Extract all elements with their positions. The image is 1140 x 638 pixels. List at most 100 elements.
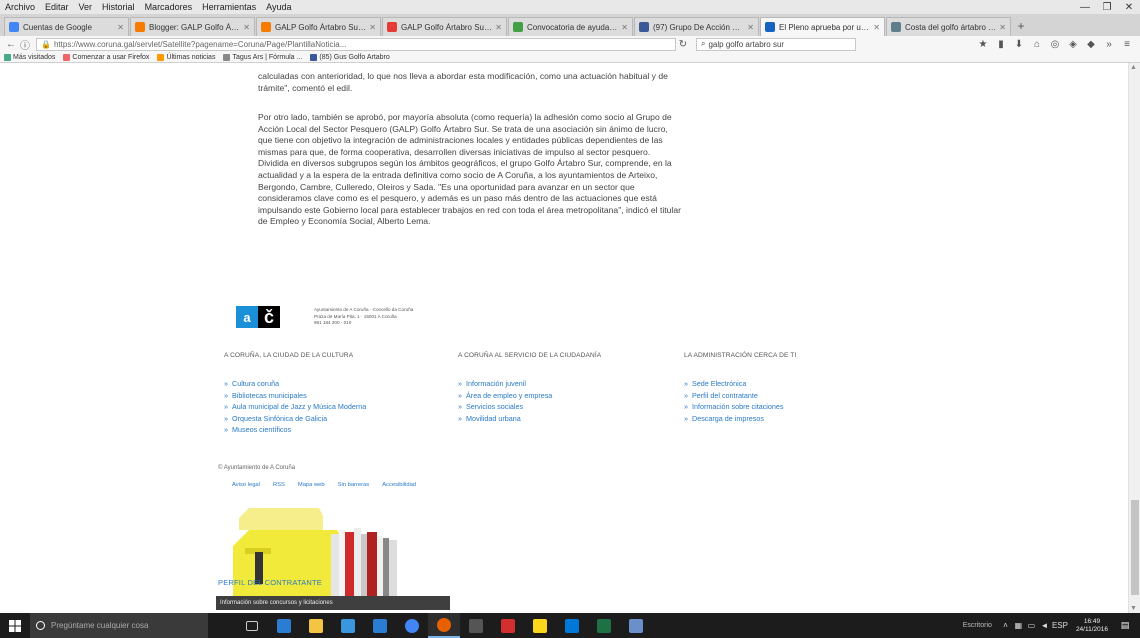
close-tab-icon[interactable]: ✕ xyxy=(117,23,124,32)
tab-favicon-icon xyxy=(9,22,19,32)
action-center-icon[interactable]: ▤ xyxy=(1114,620,1136,631)
bookmark-item[interactable]: Comenzar a usar Firefox xyxy=(63,53,149,61)
chrome-icon[interactable] xyxy=(396,613,428,638)
star-icon[interactable]: ★ xyxy=(974,39,992,50)
acrobat-icon[interactable] xyxy=(492,613,524,638)
menu-editar[interactable]: Editar xyxy=(40,2,74,12)
browser-tab[interactable]: Blogger: GALP Golfo Ártabro Sur...✕ xyxy=(130,17,255,36)
bookmark-favicon-icon xyxy=(223,53,231,61)
footer-link[interactable]: » Sede Electrónica xyxy=(684,378,796,390)
info-icon[interactable]: ⓘ xyxy=(18,37,32,52)
tab-title: Cuentas de Google xyxy=(23,22,92,32)
excel-icon[interactable] xyxy=(588,613,620,638)
bookmark-favicon-icon xyxy=(4,53,11,61)
mail-icon[interactable] xyxy=(364,613,396,638)
browser-tab-active[interactable]: El Pleno aprueba por unan...✕ xyxy=(760,17,885,36)
close-tab-icon[interactable]: ✕ xyxy=(243,23,250,32)
footer-link[interactable]: » Orquesta Sinfónica de Galicia xyxy=(224,413,366,425)
bookmark-item[interactable]: (85) Gus Golfo Artabro xyxy=(310,53,390,61)
footer-link[interactable]: » Perfil del contratante xyxy=(684,390,796,402)
menu-herramientas[interactable]: Herramientas xyxy=(197,2,261,12)
scroll-thumb[interactable] xyxy=(1131,500,1139,595)
footer-link[interactable]: » Descarga de impresos xyxy=(684,413,796,425)
minimize-icon[interactable]: — xyxy=(1074,2,1096,13)
menu-marcadores[interactable]: Marcadores xyxy=(140,2,198,12)
firefox-icon[interactable] xyxy=(428,613,460,638)
browser-tab[interactable]: GALP Golfo Ártabro Sur... ✕ xyxy=(382,17,507,36)
footer-link[interactable]: » Museos científicos xyxy=(224,424,366,436)
extension-icon[interactable]: ◆ xyxy=(1082,39,1100,50)
tab-favicon-icon xyxy=(135,22,145,32)
file-explorer-icon[interactable] xyxy=(300,613,332,638)
new-tab-icon[interactable]: + xyxy=(1012,17,1030,36)
footer-link[interactable]: » Bibliotecas municipales xyxy=(224,390,366,402)
footer-legal-link[interactable]: Mapa web xyxy=(298,482,325,488)
url-bar[interactable]: 🔒 https://www.coruna.gal/servlet/Satelli… xyxy=(36,37,676,51)
footer-link[interactable]: » Área de empleo y empresa xyxy=(458,390,601,402)
sticky-notes-icon[interactable] xyxy=(524,613,556,638)
close-tab-icon[interactable]: ✕ xyxy=(873,23,880,32)
media-player-icon[interactable] xyxy=(460,613,492,638)
footer-link[interactable]: » Servicios sociales xyxy=(458,401,601,413)
footer-legal-link[interactable]: RSS xyxy=(273,482,285,488)
lock-icon: 🔒 xyxy=(41,39,51,49)
browser-tab[interactable]: GALP Golfo Ártabro Sur - E...✕ xyxy=(256,17,381,36)
battery-icon[interactable]: ▭ xyxy=(1026,621,1037,630)
back-arrow-icon[interactable]: ← xyxy=(4,39,18,50)
close-tab-icon[interactable]: ✕ xyxy=(495,23,502,32)
language-indicator[interactable]: ESP xyxy=(1052,621,1068,630)
contractor-profile-link[interactable]: PERFIL DEL CONTRATANTE xyxy=(218,578,322,587)
menu-ayuda[interactable]: Ayuda xyxy=(261,2,296,12)
browser-tab[interactable]: (97) Grupo De Acción Lo... ✕ xyxy=(634,17,759,36)
download-icon[interactable]: ⬇ xyxy=(1010,39,1028,50)
hamburger-menu-icon[interactable]: ≡ xyxy=(1118,39,1136,50)
footer-legal-link[interactable]: Accesibilidad xyxy=(382,482,416,488)
browser-tab[interactable]: Convocatoria de ayudas... ✕ xyxy=(508,17,633,36)
footer-link[interactable]: » Aula municipal de Jazz y Música Moderna xyxy=(224,401,366,413)
close-tab-icon[interactable]: ✕ xyxy=(747,23,754,32)
menu-archivo[interactable]: Archivo xyxy=(0,2,40,12)
footer-link[interactable]: » Información juvenil xyxy=(458,378,601,390)
windows-start-icon[interactable] xyxy=(0,613,30,638)
footer-legal-link[interactable]: Sin barreras xyxy=(338,482,370,488)
page-scrollbar[interactable]: ▲ ▼ xyxy=(1128,63,1140,613)
desktop-toolbar-label[interactable]: Escritorio xyxy=(963,622,992,629)
close-tab-icon[interactable]: ✕ xyxy=(999,23,1006,32)
bookmark-item[interactable]: Últimas noticias xyxy=(157,53,215,61)
sync-icon[interactable]: ◎ xyxy=(1046,39,1064,50)
network-icon[interactable]: ▦ xyxy=(1013,621,1024,630)
people-icon[interactable] xyxy=(556,613,588,638)
home-icon[interactable]: ⌂ xyxy=(1028,39,1046,50)
clock[interactable]: 16:49 24/11/2016 xyxy=(1076,618,1108,634)
scroll-down-icon[interactable]: ▼ xyxy=(1130,605,1137,612)
footer-link[interactable]: » Movilidad urbana xyxy=(458,413,601,425)
bookmark-item[interactable]: Más visitados xyxy=(4,53,55,61)
scroll-up-icon[interactable]: ▲ xyxy=(1130,64,1137,71)
menu-ver[interactable]: Ver xyxy=(74,2,98,12)
show-hidden-icons-icon[interactable]: ˄ xyxy=(1000,621,1011,630)
overflow-icon[interactable]: » xyxy=(1100,39,1118,50)
volume-icon[interactable]: ◄ xyxy=(1039,621,1050,630)
browser-tab[interactable]: Cuentas de Google ✕ xyxy=(4,17,129,36)
browser-tab[interactable]: Costa del golfo ártabro su... ✕ xyxy=(886,17,1011,36)
city-logo[interactable]: a č Ayuntamiento de A Coruña · Concello … xyxy=(236,306,413,328)
tab-favicon-icon xyxy=(261,22,271,32)
search-input[interactable]: ⌕ galp golfo artabro sur xyxy=(696,37,856,51)
footer-link[interactable]: » Cultura coruña xyxy=(224,378,366,390)
footer-link[interactable]: » Información sobre citaciones xyxy=(684,401,796,413)
footer-legal-link[interactable]: Aviso legal xyxy=(232,482,260,488)
maximize-icon[interactable]: ❐ xyxy=(1096,2,1118,13)
pocket-icon[interactable]: ◈ xyxy=(1064,39,1082,50)
edge-icon[interactable] xyxy=(268,613,300,638)
bookmark-item[interactable]: Tagus Ars | Fórmula ... xyxy=(223,53,302,61)
reload-icon[interactable]: ↻ xyxy=(676,39,690,50)
bookmarks-icon[interactable]: ▮ xyxy=(992,39,1010,50)
close-tab-icon[interactable]: ✕ xyxy=(621,23,628,32)
menu-historial[interactable]: Historial xyxy=(97,2,140,12)
app-icon[interactable] xyxy=(620,613,652,638)
task-view-icon[interactable] xyxy=(236,613,268,638)
store-icon[interactable] xyxy=(332,613,364,638)
cortana-search[interactable]: Pregúntame cualquier cosa xyxy=(30,613,208,638)
close-window-icon[interactable]: ✕ xyxy=(1118,2,1140,13)
close-tab-icon[interactable]: ✕ xyxy=(369,23,376,32)
